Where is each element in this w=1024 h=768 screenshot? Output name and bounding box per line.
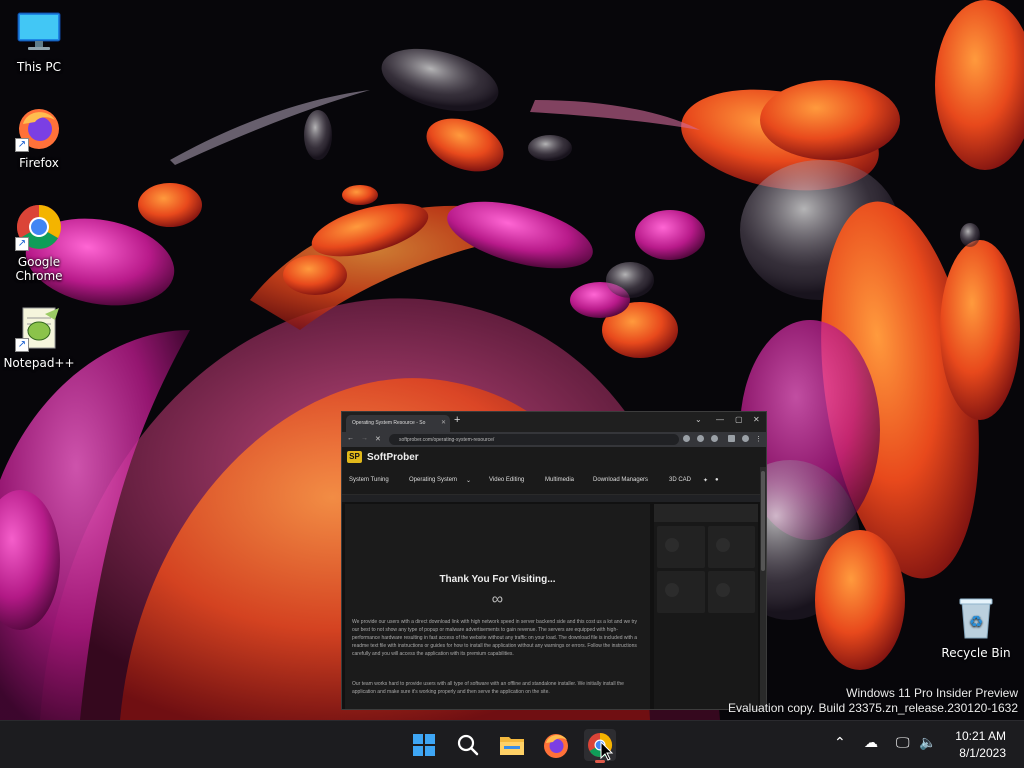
windows-watermark: Windows 11 Pro Insider Preview Evaluatio… [728, 686, 1018, 716]
nav-item-video-editing[interactable]: Video Editing [489, 477, 524, 483]
sidebar-ad-image [654, 526, 758, 613]
shortcut-arrow-icon: ↗ [15, 338, 29, 352]
desktop-icon-google-chrome[interactable]: ↗ Google Chrome [1, 203, 77, 283]
firefox-icon [544, 734, 568, 758]
desktop-icon-firefox[interactable]: ↗ Firefox [1, 104, 77, 170]
close-window-button[interactable]: ✕ [753, 415, 760, 424]
share-icon[interactable] [697, 435, 704, 442]
nav-item-multimedia[interactable]: Multimedia [545, 477, 574, 483]
bookmark-star-icon[interactable] [711, 435, 718, 442]
notepad-plus-plus-icon: ↗ [15, 304, 63, 352]
search-icon [457, 734, 479, 756]
cloud-off-icon[interactable]: ☁ [864, 735, 878, 751]
nav-item-3d-cad[interactable]: 3D CAD [669, 477, 691, 483]
chrome-browser-window[interactable]: Operating System Resource - So ✕ + ⌄ — ▢… [341, 411, 767, 710]
tab-strip: Operating System Resource - So ✕ + ⌄ — ▢… [342, 412, 766, 432]
side-panel-icon[interactable] [728, 435, 735, 442]
desktop-icon-label: Firefox [19, 156, 59, 170]
tab-close-icon[interactable]: ✕ [441, 419, 446, 426]
site-navigation: System Tuning Operating System ⌄ Video E… [342, 467, 766, 495]
forward-button[interactable]: → [361, 435, 368, 442]
chevron-down-icon: ⌄ [466, 478, 472, 484]
start-icon [413, 734, 435, 756]
new-tab-button[interactable]: + [454, 414, 460, 426]
infinity-icon: ∞ [491, 591, 504, 608]
taskbar-file-explorer[interactable] [496, 729, 528, 761]
article: Thank You For Visiting... ∞ We provide o… [345, 504, 650, 709]
scrollbar-thumb[interactable] [761, 471, 765, 571]
desktop-icon-label: This PC [17, 60, 61, 74]
stop-loading-button[interactable]: ✕ [375, 435, 381, 443]
minimize-button[interactable]: — [716, 415, 724, 424]
article-paragraph: Our team works hard to provide users wit… [352, 681, 624, 695]
chevron-up-icon[interactable]: ⌃ [834, 735, 846, 751]
article-heading: Thank You For Visiting... [439, 574, 556, 585]
facebook-icon[interactable]: ● [715, 477, 719, 483]
taskbar-firefox[interactable] [540, 729, 572, 761]
sidebar-header [654, 504, 758, 522]
taskbar: ⌃ ☁ 🖵 🔈 10:21 AM 8/1/2023 [0, 720, 1024, 768]
site-sidebar [654, 504, 758, 709]
file-explorer-icon [500, 737, 524, 755]
article-paragraph: We provide our users with a direct downl… [352, 619, 638, 657]
shortcut-arrow-icon: ↗ [15, 237, 29, 251]
taskbar-search-button[interactable] [452, 729, 484, 761]
watermark-line: Windows 11 Pro Insider Preview [846, 686, 1018, 700]
address-bar-url: softprober.com/operating-system-resource… [399, 437, 495, 443]
browser-tab[interactable]: Operating System Resource - So ✕ [346, 415, 450, 432]
address-bar[interactable]: softprober.com/operating-system-resource… [389, 434, 679, 445]
tab-title: Operating System Resource - So [352, 420, 426, 426]
nav-item-operating-system[interactable]: Operating System [409, 477, 457, 483]
volume-icon[interactable]: 🔈 [919, 735, 936, 751]
active-app-indicator [595, 760, 605, 763]
maximize-button[interactable]: ▢ [735, 415, 743, 424]
page-scrollbar[interactable] [760, 467, 766, 709]
chrome-account-icon[interactable] [683, 435, 690, 442]
computer-icon [15, 8, 63, 56]
browser-toolbar: ← → ✕ softprober.com/operating-system-re… [342, 432, 766, 447]
browser-menu-icon[interactable]: ⋮ [755, 435, 762, 443]
desktop-icon-recycle-bin[interactable]: ♻ Recycle Bin [940, 596, 1012, 660]
site-logo[interactable]: SP [347, 451, 362, 463]
site-header: SP SoftProber [342, 447, 766, 467]
back-button[interactable]: ← [347, 435, 354, 442]
recycle-bin-icon: ♻ [956, 596, 996, 640]
site-name[interactable]: SoftProber [367, 452, 419, 463]
page-content: Thank You For Visiting... ∞ We provide o… [342, 502, 761, 709]
tab-search-icon[interactable]: ⌄ [695, 415, 702, 424]
desktop-icon-this-pc[interactable]: This PC [1, 8, 77, 74]
desktop-icon-label: Google Chrome [15, 255, 63, 283]
svg-text:♻: ♻ [969, 612, 983, 631]
nav-item-system-tuning[interactable]: System Tuning [349, 477, 389, 483]
taskbar-clock[interactable]: 10:21 AM 8/1/2023 [955, 728, 1006, 762]
profile-icon[interactable] [742, 435, 749, 442]
twitter-icon[interactable]: ✦ [703, 477, 708, 484]
clock-date: 8/1/2023 [959, 746, 1006, 760]
start-button[interactable] [408, 729, 440, 761]
shortcut-arrow-icon: ↗ [15, 138, 29, 152]
taskbar-chrome[interactable] [584, 729, 616, 763]
network-icon[interactable]: 🖵 [896, 735, 910, 751]
desktop-icon-label: Recycle Bin [941, 646, 1011, 660]
firefox-icon: ↗ [15, 104, 63, 152]
chrome-icon [588, 733, 614, 761]
clock-time: 10:21 AM [955, 729, 1006, 743]
desktop-icon-notepad-plus-plus[interactable]: ↗ Notepad++ [1, 304, 77, 370]
nav-item-download-managers[interactable]: Download Managers [593, 477, 648, 483]
chrome-icon: ↗ [15, 203, 63, 251]
desktop-icon-label: Notepad++ [3, 356, 75, 370]
watermark-line: Evaluation copy. Build 23375.zn_release.… [728, 701, 1018, 715]
